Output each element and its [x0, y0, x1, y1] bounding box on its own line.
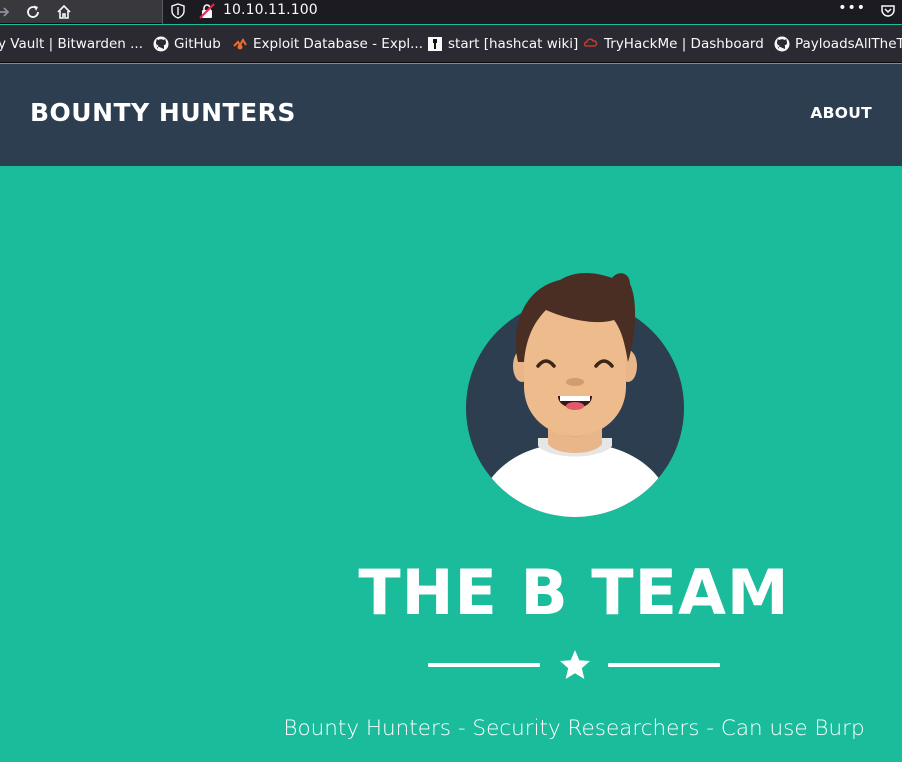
bookmark-bitwarden[interactable]: y Vault | Bitwarden ...	[0, 36, 143, 52]
forward-arrow-icon[interactable]	[0, 2, 14, 22]
bookmark-label: start [hashcat wiki]	[448, 36, 579, 52]
exploit-db-icon	[232, 36, 248, 52]
url-bar[interactable]: 10.10.11.100 •••	[162, 0, 902, 24]
site-navbar: BOUNTY HUNTERS ABOUT	[0, 64, 902, 166]
bookmark-label: TryHackMe | Dashboard	[604, 36, 764, 52]
pocket-icon[interactable]	[880, 3, 896, 23]
site-brand-link[interactable]: BOUNTY HUNTERS	[30, 98, 296, 127]
github-icon	[774, 36, 790, 52]
bookmarks-toolbar: y Vault | Bitwarden ... GitHub Exploit D…	[0, 25, 902, 63]
bookmark-github[interactable]: GitHub	[153, 36, 221, 52]
github-icon	[153, 36, 169, 52]
reload-icon[interactable]	[22, 2, 44, 22]
bookmark-hashcat-wiki[interactable]: start [hashcat wiki]	[427, 36, 578, 52]
insecure-lock-icon[interactable]	[199, 3, 215, 23]
tracking-protection-shield-icon[interactable]	[171, 3, 185, 23]
bookmark-payloadsallthethings[interactable]: PayloadsAllTheT	[774, 36, 902, 52]
bookmark-exploit-database[interactable]: Exploit Database - Expl...	[232, 36, 423, 52]
masthead: THE B TEAM Bounty Hunters - Security Res…	[0, 166, 902, 762]
nav-link-about[interactable]: ABOUT	[810, 104, 872, 122]
bookmark-tryhackme[interactable]: TryHackMe | Dashboard	[583, 36, 764, 52]
masthead-subtitle: Bounty Hunters - Security Researchers - …	[283, 716, 865, 741]
page-actions-menu-icon[interactable]: •••	[838, 0, 866, 16]
divider-line-right	[608, 663, 720, 667]
url-text[interactable]: 10.10.11.100	[223, 2, 318, 18]
home-icon[interactable]	[53, 2, 75, 22]
bookmark-label: GitHub	[174, 36, 221, 52]
avatar-illustration	[466, 273, 684, 517]
star-icon	[560, 650, 590, 679]
tryhackme-icon	[583, 36, 599, 52]
star-divider	[428, 646, 720, 686]
masthead-title: THE B TEAM	[358, 556, 790, 629]
bookmark-label: PayloadsAllTheT	[795, 36, 902, 52]
browser-toolbar: 10.10.11.100 •••	[0, 0, 902, 24]
bookmark-label: y Vault | Bitwarden ...	[0, 36, 143, 52]
bookmark-label: Exploit Database - Expl...	[253, 36, 424, 52]
hashcat-icon	[427, 36, 443, 52]
divider-line-left	[428, 663, 540, 667]
